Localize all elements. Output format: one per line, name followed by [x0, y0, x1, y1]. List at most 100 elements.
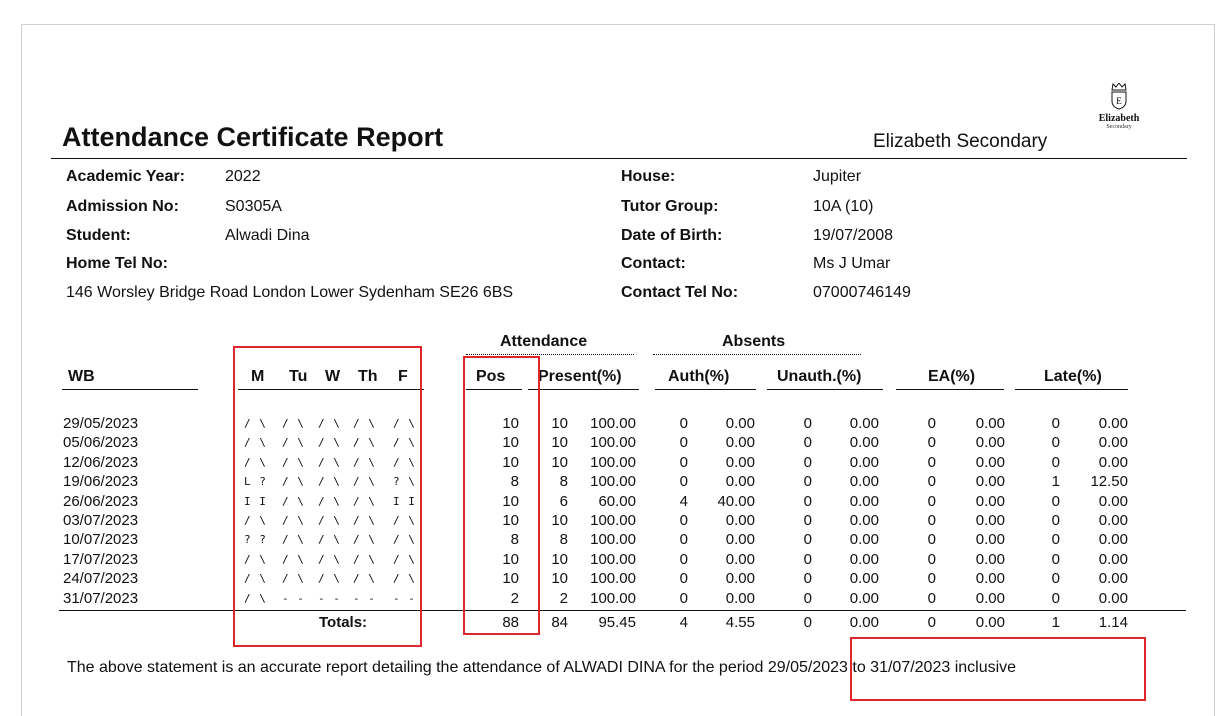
cell-ea-pct: 0.00 [975, 550, 1005, 568]
cell-auth-pct: 0.00 [725, 589, 755, 607]
table-row: 03/07/2023/ \ / \ / \ / \ / \ 10 10 100.00 0 0.00… [22, 512, 1216, 531]
cell-present-pct: 100.00 [590, 589, 636, 607]
absents-group-header: Absents [722, 333, 786, 350]
tutor-group-value: 10A (10) [813, 198, 874, 215]
cell-late: 0 [1051, 453, 1060, 471]
totals-unauth: 0 [803, 614, 812, 631]
contact-value: Ms J Umar [813, 255, 891, 272]
cell-wb: 24/07/2023 [63, 570, 139, 588]
cell-ea: 0 [927, 415, 936, 432]
highlight-period-box [850, 637, 1146, 701]
report-title: Attendance Certificate Report [62, 122, 444, 152]
totals-ea-pct: 0.00 [975, 614, 1005, 631]
cell-late: 0 [1051, 492, 1060, 510]
cell-late: 0 [1051, 415, 1060, 432]
cell-present-pct: 100.00 [590, 512, 636, 529]
svg-text:E: E [1116, 96, 1122, 106]
header-rule [51, 158, 1187, 159]
cell-unauth: 0 [803, 570, 812, 588]
cell-unauth: 0 [803, 434, 812, 452]
cell-unauth-pct: 0.00 [849, 453, 879, 471]
cell-unauth: 0 [803, 531, 812, 549]
totals-auth: 4 [679, 614, 688, 631]
cell-ea-pct: 0.00 [975, 531, 1005, 549]
totals-ea: 0 [927, 614, 936, 631]
cell-wb: 03/07/2023 [63, 512, 139, 529]
dob-value: 19/07/2008 [813, 227, 894, 244]
cell-ea-pct: 0.00 [975, 415, 1005, 432]
cell-late-pct: 0.00 [1098, 570, 1128, 588]
dob-label: Date of Birth: [621, 227, 723, 244]
col-rule-wb [62, 389, 198, 390]
cell-late: 0 [1051, 550, 1060, 568]
logo-name: Elizabeth [1098, 113, 1140, 124]
cell-late-pct: 0.00 [1098, 531, 1128, 549]
cell-wb: 31/07/2023 [63, 589, 139, 607]
cell-unauth: 0 [803, 492, 812, 510]
home-tel-label: Home Tel No: [66, 255, 168, 272]
table-row: 26/06/2023 I I / \ / \ / \ I I 10 6 60.00 4 40.00 0… [22, 493, 1216, 512]
col-rule-auth [655, 389, 756, 390]
cell-auth-pct: 0.00 [725, 415, 755, 432]
cell-auth: 0 [679, 415, 688, 432]
cell-unauth-pct: 0.00 [849, 415, 879, 432]
cell-late-pct: 0.00 [1098, 415, 1128, 432]
cell-ea-pct: 0.00 [975, 512, 1005, 529]
cell-ea-pct: 0.00 [975, 492, 1005, 510]
cell-auth-pct: 0.00 [725, 473, 755, 491]
col-rule-present [528, 389, 639, 390]
cell-unauth-pct: 0.00 [849, 589, 879, 607]
shield-icon: E [1111, 91, 1127, 110]
cell-late-pct: 0.00 [1098, 453, 1128, 471]
cell-present-pct: 60.00 [598, 492, 636, 510]
cell-auth: 0 [679, 512, 688, 529]
cell-ea: 0 [927, 550, 936, 568]
home-address: 146 Worsley Bridge Road London Lower Syd… [66, 284, 514, 301]
cell-present-pct: 100.00 [590, 453, 636, 471]
cell-unauth-pct: 0.00 [849, 473, 879, 491]
cell-present-pct: 100.00 [590, 473, 636, 491]
cell-ea-pct: 0.00 [975, 453, 1005, 471]
cell-unauth: 0 [803, 415, 812, 432]
cell-auth: 4 [679, 492, 688, 510]
cell-ea: 0 [927, 589, 936, 607]
cell-auth: 0 [679, 473, 688, 491]
table-row: 19/06/2023 L ? / \ / \ / \? \ 8 8 100.00 0 0.00 0 0… [22, 473, 1216, 492]
totals-late-pct: 1.14 [1098, 614, 1128, 631]
cell-wb: 10/07/2023 [63, 531, 139, 549]
student-label: Student: [66, 227, 131, 244]
col-rule-unauth [767, 389, 883, 390]
cell-wb: 26/06/2023 [63, 492, 139, 510]
cell-present-pct: 100.00 [590, 531, 636, 549]
cell-present-pct: 100.00 [590, 550, 636, 568]
col-header-present: Present(%) [538, 368, 622, 385]
col-header-ea: EA(%) [928, 368, 976, 385]
academic-year-value: 2022 [225, 168, 261, 185]
cell-late: 0 [1051, 434, 1060, 452]
cell-late-pct: 0.00 [1098, 550, 1128, 568]
table-row: 10/07/2023? ? / \ / \ / \ / \ 8 8 100.00 0 0.00 0 0… [22, 531, 1216, 550]
totals-present-pct: 95.45 [598, 614, 636, 631]
col-header-auth: Auth(%) [668, 368, 730, 385]
col-header-unauth: Unauth.(%) [777, 368, 862, 385]
col-rule-ea [896, 389, 1004, 390]
admission-no-label: Admission No: [66, 198, 179, 215]
cell-wb: 12/06/2023 [63, 453, 139, 471]
table-row: 31/07/2023/ \ - -- -- -- -2 2 100.00 0 0.00 0 0… [22, 590, 1216, 609]
cell-ea: 0 [927, 453, 936, 471]
cell-auth-pct: 0.00 [725, 453, 755, 471]
cell-auth: 0 [679, 570, 688, 588]
cell-unauth-pct: 0.00 [849, 512, 879, 529]
contact-label: Contact: [621, 255, 686, 272]
cell-ea-pct: 0.00 [975, 589, 1005, 607]
cell-present-pct: 100.00 [590, 415, 636, 432]
cell-late-pct: 0.00 [1098, 512, 1128, 529]
cell-late-pct: 12.50 [1090, 473, 1128, 491]
house-value: Jupiter [813, 168, 862, 185]
cell-unauth: 0 [803, 453, 812, 471]
cell-unauth: 0 [803, 589, 812, 607]
house-label: House: [621, 168, 676, 185]
cell-ea-pct: 0.00 [975, 434, 1005, 452]
cell-ea-pct: 0.00 [975, 473, 1005, 491]
cell-late: 0 [1051, 531, 1060, 549]
